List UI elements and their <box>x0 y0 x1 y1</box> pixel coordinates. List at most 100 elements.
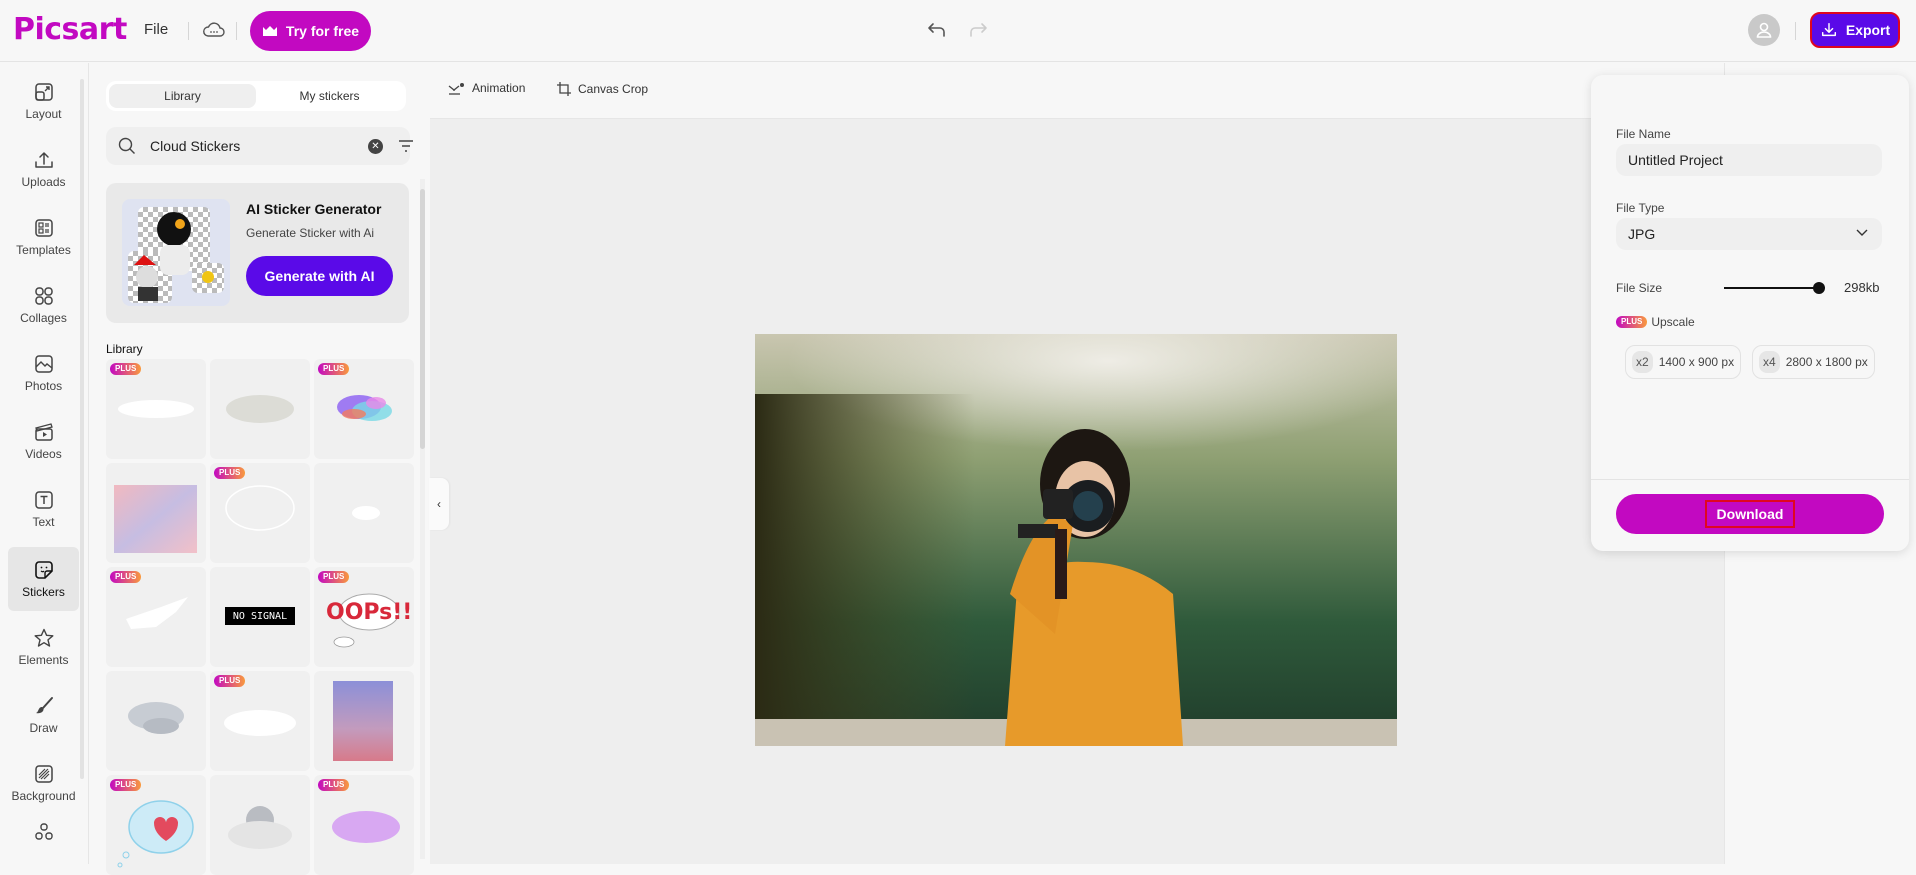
nav-label: Stickers <box>22 585 65 599</box>
sticker-outline-cloud[interactable]: PLUS <box>210 463 310 563</box>
file-size-slider[interactable] <box>1724 282 1825 294</box>
slider-knob[interactable] <box>1813 282 1825 294</box>
search-input[interactable] <box>150 135 340 157</box>
nav-uploads[interactable]: Uploads <box>8 137 79 201</box>
file-size-label: File Size <box>1616 281 1663 295</box>
animation-button[interactable]: Animation <box>448 81 525 95</box>
nav-scrollbar[interactable] <box>80 79 84 779</box>
plus-badge: PLUS <box>214 675 246 687</box>
canvas-crop-button[interactable]: Canvas Crop <box>556 81 648 97</box>
left-nav: Layout Uploads Templates Collages Photos… <box>0 63 89 864</box>
sticker-colorful-cloud[interactable]: PLUS <box>314 359 414 459</box>
photo-woman-with-camera <box>755 334 1397 746</box>
ai-card-subtitle: Generate Sticker with Ai <box>246 226 375 240</box>
file-menu[interactable]: File <box>144 21 168 38</box>
tab-my-stickers[interactable]: My stickers <box>256 84 403 108</box>
download-icon <box>1821 22 1836 37</box>
sticker-soft-cloud[interactable]: PLUS <box>210 671 310 771</box>
plus-badge: PLUS <box>110 363 142 375</box>
download-button[interactable]: Download <box>1616 494 1884 534</box>
upscale-size: 1400 x 900 px <box>1658 355 1735 369</box>
nav-templates[interactable]: Templates <box>8 205 79 269</box>
nav-draw[interactable]: Draw <box>8 683 79 747</box>
nav-photos[interactable]: Photos <box>8 341 79 405</box>
nav-label: Draw <box>29 721 58 735</box>
export-button[interactable]: Export <box>1810 12 1900 48</box>
sticker-faint-cloud[interactable] <box>314 463 414 563</box>
sticker-moon-cloud[interactable] <box>210 775 310 875</box>
redo-icon <box>970 23 987 37</box>
nav-more-apps[interactable] <box>8 813 79 853</box>
sticker-no-signal[interactable]: NO SIGNAL <box>210 567 310 667</box>
divider <box>236 22 237 40</box>
search-icon <box>118 137 135 154</box>
undo-button[interactable] <box>926 18 950 42</box>
redo-button[interactable] <box>965 18 989 42</box>
file-name-input[interactable] <box>1616 144 1882 176</box>
more-apps-icon <box>34 823 53 840</box>
upscale-heading: PLUS Upscale <box>1616 315 1695 329</box>
upscale-multiplier: x2 <box>1632 351 1653 373</box>
sticker-grid: PLUS PLUS PLUS PLUS NO SIGNAL PLUS OOPs!… <box>106 359 414 875</box>
canvas-crop-label: Canvas Crop <box>578 82 649 96</box>
sticker-pink-sky[interactable] <box>106 463 206 563</box>
panel-scrollbar[interactable] <box>420 179 425 859</box>
nav-collages[interactable]: Collages <box>8 273 79 337</box>
nav-videos[interactable]: Videos <box>8 409 79 473</box>
plus-badge: PLUS <box>318 779 350 791</box>
user-icon <box>1756 22 1772 38</box>
nav-elements[interactable]: Elements <box>8 615 79 679</box>
background-icon <box>34 765 53 783</box>
sticker-sunset-sky[interactable] <box>314 671 414 771</box>
sticker-storm-cloud[interactable] <box>106 671 206 771</box>
photo-icon <box>34 355 53 373</box>
plus-badge: PLUS <box>318 363 350 375</box>
picsart-logo[interactable]: Picsart <box>13 12 127 47</box>
divider <box>188 22 189 40</box>
cloud-saving-icon[interactable] <box>202 20 226 40</box>
export-popup: File Name File Type JPG File Size 298kb … <box>1591 75 1909 551</box>
sticker-airplane-cloud[interactable]: PLUS <box>106 567 206 667</box>
nav-text[interactable]: Text <box>8 477 79 541</box>
animation-label: Animation <box>472 81 526 95</box>
sticker-purple-cloud[interactable]: PLUS <box>314 775 414 875</box>
canvas-photo[interactable] <box>755 334 1397 746</box>
crop-icon <box>557 82 571 96</box>
nav-stickers[interactable]: Stickers <box>8 547 79 611</box>
file-type-value: JPG <box>1628 226 1656 242</box>
nav-layout[interactable]: Layout <box>8 69 79 133</box>
file-size-value: 298kb <box>1844 280 1880 295</box>
upscale-x4-option[interactable]: x4 2800 x 1800 px <box>1752 345 1875 379</box>
sticker-source-tabs: Library My stickers <box>106 81 406 111</box>
nav-background[interactable]: Background <box>8 751 79 815</box>
plus-badge: PLUS <box>318 571 350 583</box>
nav-label: Elements <box>18 653 69 667</box>
collapse-panel-button[interactable]: ‹ <box>429 478 449 530</box>
plus-badge: PLUS <box>110 779 142 791</box>
upscale-label: Upscale <box>1651 315 1695 329</box>
sticker-oops-cloud[interactable]: PLUS OOPs!! <box>314 567 414 667</box>
star-icon <box>34 628 53 647</box>
sticker-heart-thought-cloud[interactable]: PLUS <box>106 775 206 875</box>
sticker-white-cloud[interactable]: PLUS <box>106 359 206 459</box>
upscale-x2-option[interactable]: x2 1400 x 900 px <box>1625 345 1742 379</box>
user-avatar[interactable] <box>1748 14 1780 46</box>
nav-label: Photos <box>24 379 63 393</box>
library-section-label: Library <box>106 342 143 356</box>
upload-icon <box>34 152 53 168</box>
download-label: Download <box>1704 500 1796 528</box>
try-for-free-button[interactable]: Try for free <box>250 11 371 51</box>
file-type-select[interactable]: JPG <box>1616 218 1882 250</box>
ai-sticker-generator-card: AI Sticker Generator Generate Sticker wi… <box>106 183 409 323</box>
generate-with-ai-button[interactable]: Generate with AI <box>246 256 393 296</box>
sticker-grey-cloud[interactable] <box>210 359 310 459</box>
nav-label: Templates <box>16 243 71 257</box>
collages-icon <box>34 287 53 305</box>
filter-icon[interactable] <box>398 139 414 153</box>
plus-badge: PLUS <box>1616 316 1648 328</box>
video-icon <box>34 423 53 441</box>
tab-library[interactable]: Library <box>109 84 256 108</box>
clear-search-button[interactable]: ✕ <box>368 139 383 154</box>
plus-badge: PLUS <box>110 571 142 583</box>
sticker-search: ✕ <box>106 127 413 165</box>
